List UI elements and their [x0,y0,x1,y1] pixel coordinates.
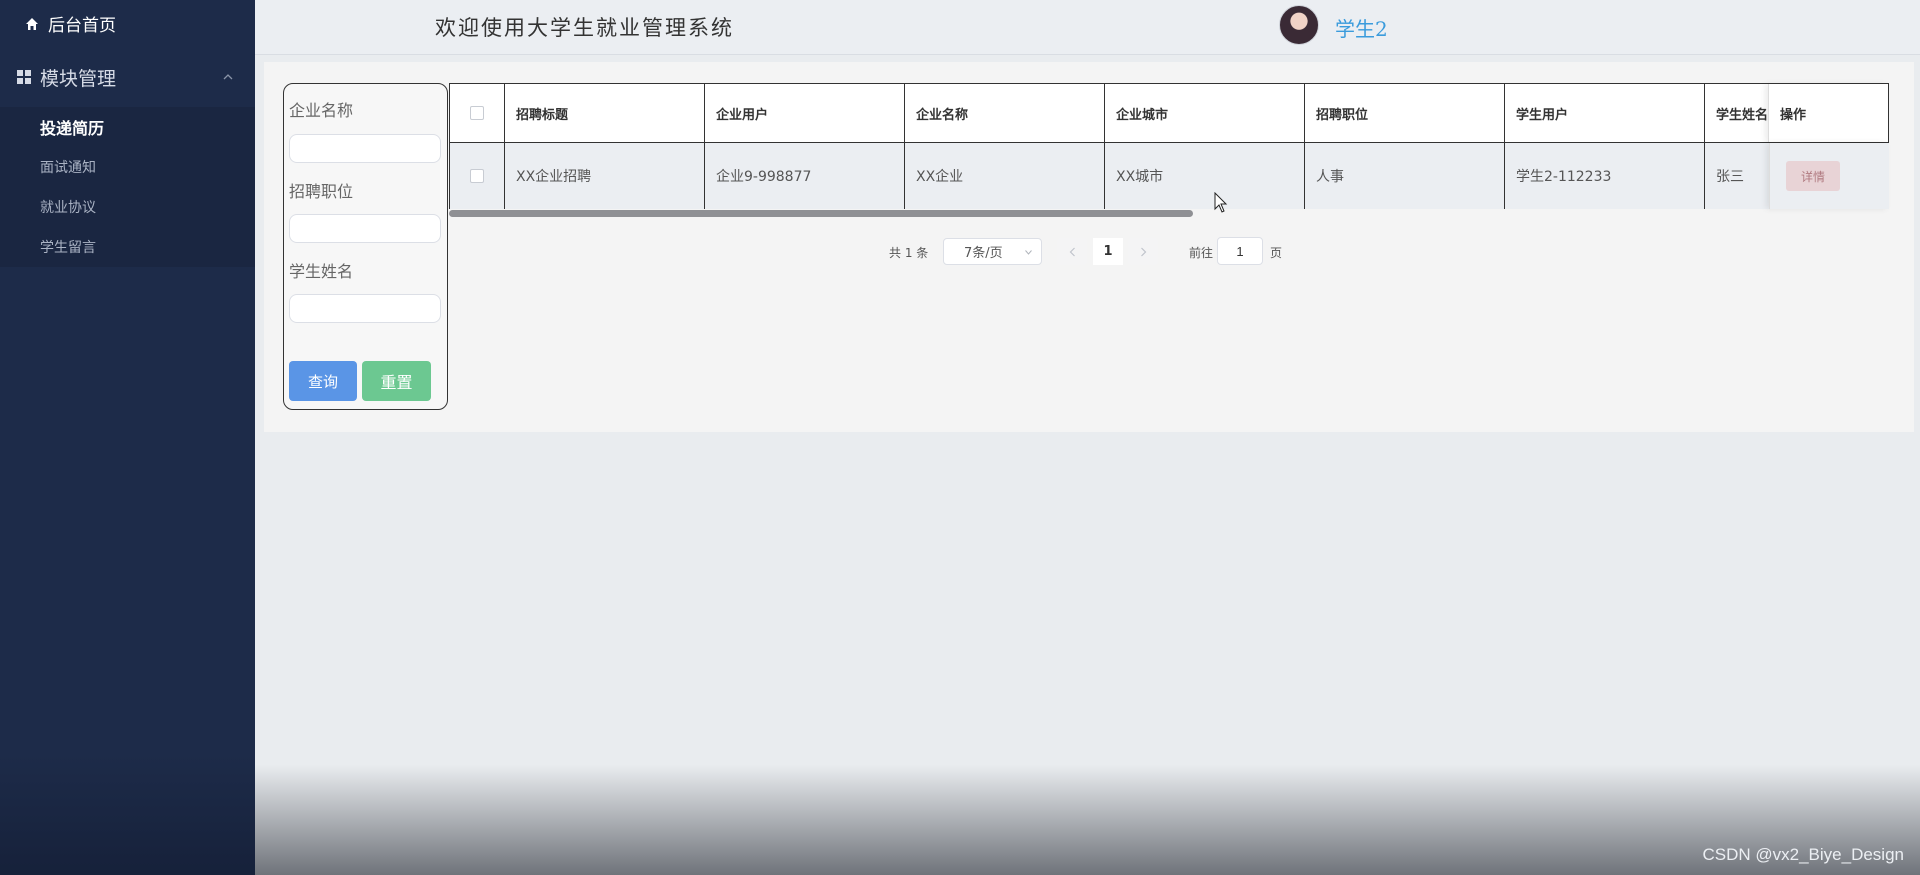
select-all-checkbox[interactable] [470,106,484,120]
cell-city: XX城市 [1104,143,1304,209]
sidebar-item-label: 就业协议 [40,200,96,216]
row-checkbox-cell [450,143,504,209]
col-header-company-user[interactable]: 企业用户 [704,84,904,142]
position-label: 招聘职位 [289,182,354,201]
table-row[interactable]: XX企业招聘 企业9-998877 XX企业 XX城市 人事 学生2-11223… [449,143,1889,209]
page-title: 欢迎使用大学生就业管理系统 [435,16,734,40]
menu-group-modules[interactable]: 模块管理 [0,47,255,107]
sidebar-fade [0,755,255,875]
top-header: 欢迎使用大学生就业管理系统 学生2 [255,0,1920,55]
col-header-title[interactable]: 招聘标题 [504,84,704,142]
page-size-select[interactable]: 7条/页 [943,238,1042,265]
sidebar-item-label: 投递简历 [40,119,105,138]
pagination: 共 1 条 7条/页 1 前往 页 [264,236,1914,266]
cell-student-user: 学生2-112233 [1504,143,1704,209]
cell-position: 人事 [1304,143,1504,209]
sidebar-item-agreement[interactable]: 就业协议 [0,187,255,227]
sidebar-item-resume[interactable]: 投递简历 [0,107,255,147]
menu-home-label: 后台首页 [48,16,116,36]
company-name-input[interactable] [289,134,441,163]
chevron-left-icon [1069,247,1075,256]
sidebar-item-label: 面试通知 [40,160,96,176]
watermark: CSDN @vx2_Biye_Design [1702,845,1904,864]
header-checkbox-cell [450,84,504,142]
pagination-total: 共 1 条 [889,246,929,260]
col-header-position[interactable]: 招聘职位 [1304,84,1504,142]
menu-home[interactable]: 后台首页 [0,0,255,47]
company-name-label: 企业名称 [289,101,354,120]
sidebar: 后台首页 模块管理 投递简历 面试通知 就业协议 学生留言 [0,0,255,875]
goto-suffix: 页 [1270,246,1283,260]
submenu: 投递简历 面试通知 就业协议 学生留言 [0,107,255,267]
sidebar-item-interview[interactable]: 面试通知 [0,147,255,187]
data-table: 招聘标题 企业用户 企业名称 企业城市 招聘职位 学生用户 学生姓名 操作 XX… [449,83,1889,209]
reset-button[interactable]: 重置 [362,361,431,401]
username[interactable]: 学生2 [1335,13,1388,42]
page-number[interactable]: 1 [1093,238,1123,265]
horizontal-scrollbar[interactable] [449,210,1193,217]
cell-company-user: 企业9-998877 [704,143,904,209]
page-size-value: 7条/页 [964,246,1003,261]
col-header-company-name[interactable]: 企业名称 [904,84,1104,142]
avatar[interactable] [1279,5,1319,45]
cell-title: XX企业招聘 [504,143,704,209]
sidebar-item-label: 学生留言 [40,240,96,256]
chevron-up-icon [223,74,233,80]
content-panel: 企业名称 招聘职位 学生姓名 查询 重置 招聘标题 企业用户 企业名称 企业城市… [264,62,1914,432]
goto-page-input[interactable] [1217,237,1263,265]
next-page-button[interactable] [1128,238,1158,265]
chevron-right-icon [1140,247,1146,256]
col-header-student-user[interactable]: 学生用户 [1504,84,1704,142]
col-header-actions: 操作 [1768,84,1888,142]
table-header: 招聘标题 企业用户 企业名称 企业城市 招聘职位 学生用户 学生姓名 操作 [449,83,1889,143]
goto-label: 前往 [1189,246,1214,260]
grid-icon [16,69,32,85]
cell-company-name: XX企业 [904,143,1104,209]
sidebar-item-message[interactable]: 学生留言 [0,227,255,267]
student-name-input[interactable] [289,294,441,323]
prev-page-button[interactable] [1057,238,1087,265]
cell-actions: 详情 [1769,143,1889,209]
home-icon [24,16,40,32]
mouse-cursor-icon [1214,192,1228,213]
row-checkbox[interactable] [470,169,484,183]
bottom-fade [255,765,1920,875]
query-button[interactable]: 查询 [289,361,357,401]
col-header-city[interactable]: 企业城市 [1104,84,1304,142]
chevron-down-icon [1025,250,1032,255]
menu-group-label: 模块管理 [40,67,117,90]
detail-button[interactable]: 详情 [1786,161,1840,191]
